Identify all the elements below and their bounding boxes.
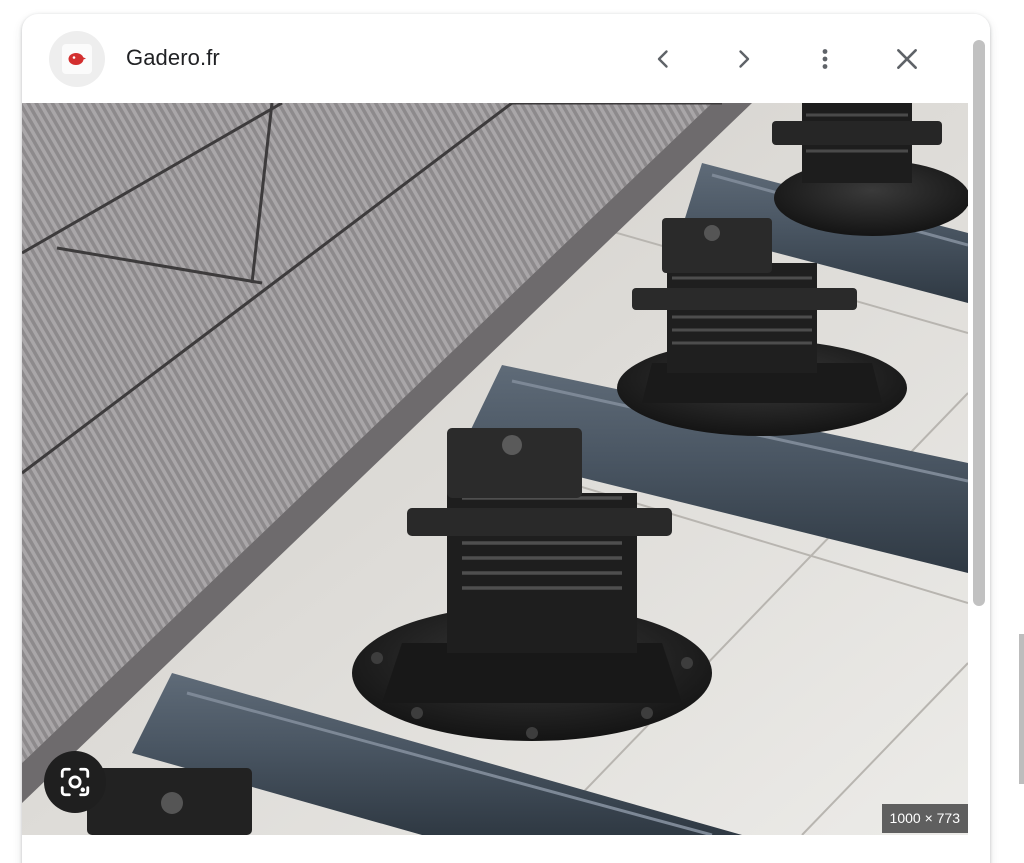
previous-button[interactable] (640, 36, 686, 82)
close-button[interactable] (884, 36, 930, 82)
chevron-left-icon (657, 50, 668, 68)
pedestal-partial-bottom (87, 768, 252, 835)
site-favicon[interactable] (49, 31, 105, 87)
page-scrollbar-thumb[interactable] (1019, 634, 1024, 784)
image-dimensions-label: 1000 × 773 (881, 804, 968, 833)
scrollbar-thumb[interactable] (973, 40, 985, 606)
site-name[interactable]: Gadero.fr (126, 45, 220, 71)
google-lens-icon (60, 767, 90, 797)
page: Gadero.fr 1000 × 773 (0, 0, 1024, 863)
more-vert-icon (822, 49, 828, 69)
image-preview-panel: Gadero.fr 1000 × 773 (22, 14, 990, 863)
panel-header: Gadero.fr (22, 14, 968, 103)
google-lens-button[interactable] (44, 751, 106, 813)
decking-pedestal-photo (22, 103, 968, 835)
chevron-right-icon (739, 50, 750, 68)
next-button[interactable] (721, 36, 767, 82)
gadero-logo-icon (62, 44, 92, 74)
preview-image[interactable]: 1000 × 773 (22, 103, 968, 835)
close-icon (897, 49, 917, 69)
more-options-button[interactable] (802, 36, 848, 82)
